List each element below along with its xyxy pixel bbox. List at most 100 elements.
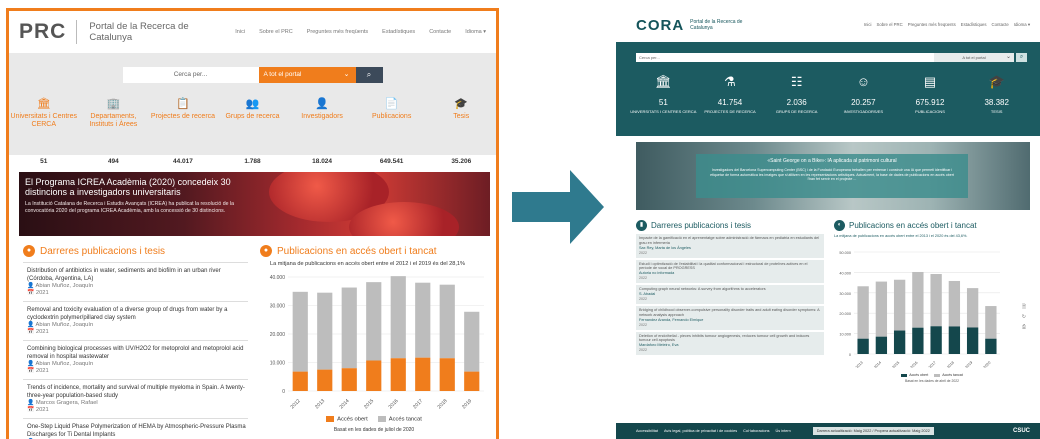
publication-item[interactable]: Removal and toxicity evaluation of a div… — [23, 301, 248, 340]
bar-open[interactable] — [875, 336, 888, 354]
nav-language[interactable]: Idioma ▾ — [465, 29, 486, 35]
bar-open[interactable] — [464, 371, 480, 391]
bar-closed[interactable] — [439, 284, 455, 359]
search-input[interactable]: Cerca per... — [122, 67, 259, 83]
stat-flask[interactable]: ⚗ 41.754 PROJECTES DE RECERCA — [697, 72, 764, 136]
nav-faq[interactable]: Preguntes més freqüents — [908, 22, 956, 28]
bar-closed[interactable] — [857, 286, 869, 339]
publication-item[interactable]: Computing graph neural networks: A surve… — [636, 285, 824, 304]
publication-title[interactable]: Deletion of endothelial - pieces inhibit… — [639, 334, 821, 344]
publication-item[interactable]: Deletion of endothelial - pieces inhibit… — [636, 331, 824, 356]
publication-item[interactable]: Estudi i optimització de l'estabilitat i… — [636, 259, 824, 284]
bar-open[interactable] — [966, 327, 979, 354]
stat-researcher[interactable]: ☺ 20.257 INVESTIGADORS/ES — [830, 72, 897, 136]
publication-year: 2022 — [639, 250, 647, 255]
bar-open[interactable] — [415, 357, 431, 391]
nav-about[interactable]: Sobre el PRC — [259, 29, 293, 35]
stat-publications[interactable]: 📄 Publicacions — [357, 97, 427, 155]
stat-thesis[interactable]: 🎓 Tesis — [426, 97, 496, 155]
bar-closed[interactable] — [912, 271, 924, 328]
bar-open[interactable] — [912, 327, 924, 354]
cora-news-banner[interactable]: «Saint George on a Bike»: IA aplicada al… — [636, 142, 1030, 210]
nav-home[interactable]: Inici — [235, 29, 245, 35]
nav-about[interactable]: Sobre el PRC — [876, 22, 902, 28]
publication-title[interactable]: Distribution of antibiotics in water, se… — [27, 268, 248, 283]
bar-open[interactable] — [948, 326, 961, 354]
nav-language[interactable]: Idioma ▾ — [1014, 22, 1030, 28]
stat-publications[interactable]: ▤ 675.912 PUBLICACIONS — [897, 72, 964, 136]
bar-open[interactable] — [317, 369, 333, 391]
bar-closed[interactable] — [292, 291, 308, 372]
nav-contact[interactable]: Contacte — [992, 22, 1009, 28]
footer-internal[interactable]: Ús intern — [776, 429, 791, 433]
nav-home[interactable]: Inici — [864, 22, 872, 28]
publication-title[interactable]: Bridging of childhood observer-compulsiv… — [639, 308, 821, 318]
publication-title[interactable]: Combining biological processes with UV/H… — [27, 346, 248, 361]
stat-department[interactable]: 🏢 Departaments, Instituts i Àrees — [79, 97, 149, 155]
nav-contact[interactable]: Contacte — [429, 29, 451, 35]
publication-title[interactable]: One-Step Liquid Phase Polymerization of … — [27, 424, 248, 439]
footer-legal[interactable]: Avís legal, política de privacitat i de … — [664, 429, 737, 433]
publication-item[interactable]: Bridging of childhood observer-compulsiv… — [636, 305, 824, 330]
stat-projects[interactable]: 📋 Projectes de recerca — [148, 97, 218, 155]
search-input[interactable]: Cerca per... — [636, 52, 934, 62]
bar-open[interactable] — [930, 326, 942, 354]
stat-groups[interactable]: ☷ 2.036 GRUPS DE RECERCA — [763, 72, 830, 136]
stat-thesis[interactable]: 🎓 38.382 TESIS — [963, 72, 1030, 136]
bar-closed[interactable] — [415, 282, 431, 358]
publication-title[interactable]: Trends of incidence, mortality and survi… — [27, 385, 248, 400]
bar-closed[interactable] — [985, 306, 997, 339]
footer-collaborations[interactable]: Col·laboracions — [743, 429, 769, 433]
publication-item[interactable]: One-Step Liquid Phase Polymerization of … — [23, 418, 248, 439]
bar-open[interactable] — [366, 360, 382, 391]
publication-author[interactable]: Marcos Gragera, Rafael — [36, 400, 98, 406]
download-icon[interactable]: 🗎 — [1022, 304, 1026, 312]
publication-item[interactable]: Combining biological processes with UV/H… — [23, 340, 248, 379]
prc-news-banner[interactable]: El Programa ICREA Acadèmia (2020) conced… — [19, 172, 490, 236]
bar-closed[interactable] — [966, 288, 979, 328]
bar-closed[interactable] — [875, 281, 888, 337]
scope-select[interactable]: A tot el portal ⌄ — [258, 67, 356, 83]
nav-stats[interactable]: Estadístiques — [382, 29, 415, 35]
csuc-logo[interactable]: CSUC — [1013, 428, 1030, 434]
stat-university[interactable]: 🏛 51 UNIVERSITATS I CENTRES CERCA — [630, 72, 697, 136]
prc-logo[interactable]: PRC — [19, 20, 78, 44]
bar-closed[interactable] — [341, 287, 357, 369]
bar-open[interactable] — [390, 358, 406, 391]
publication-title[interactable]: Impacte de la gamificació en el aprenent… — [639, 236, 821, 246]
publication-item[interactable]: Trends of incidence, mortality and survi… — [23, 379, 248, 418]
search-button[interactable]: ⌕ — [355, 67, 383, 83]
stat-university[interactable]: 🏛 Universitats i Centres CERCA — [9, 97, 79, 155]
bar-open[interactable] — [893, 330, 906, 354]
nav-stats[interactable]: Estadístiques — [961, 22, 987, 28]
publication-item[interactable]: Distribution of antibiotics in water, se… — [23, 262, 248, 301]
bar-open[interactable] — [985, 338, 997, 354]
publication-author[interactable]: Abian Muñoz, Joaquín — [36, 322, 94, 328]
nav-faq[interactable]: Preguntes més freqüents — [307, 29, 368, 35]
publication-title[interactable]: Estudi i optimització de l'estabilitat i… — [639, 262, 821, 272]
bar-closed[interactable] — [366, 282, 382, 361]
bar-open[interactable] — [341, 368, 357, 391]
print-icon[interactable]: ⎙ — [1022, 324, 1026, 330]
bar-open[interactable] — [857, 338, 869, 354]
bar-closed[interactable] — [948, 280, 961, 327]
search-button[interactable]: ⌕ — [1016, 52, 1027, 62]
scope-select[interactable]: A tot el portal ⌄ — [934, 52, 1014, 62]
stat-groups[interactable]: 👥 Grups de recerca — [218, 97, 288, 155]
cora-logo[interactable]: CORA — [636, 17, 684, 34]
publication-author[interactable]: Abian Muñoz, Joaquín — [36, 283, 94, 289]
stat-researchers[interactable]: 👤 Investigadors — [287, 97, 357, 155]
bar-closed[interactable] — [930, 274, 942, 327]
publication-item[interactable]: Impacte de la gamificació en el aprenent… — [636, 234, 824, 258]
bar-open[interactable] — [292, 371, 308, 391]
publication-author[interactable]: Abian Muñoz, Joaquín — [36, 361, 94, 367]
footer-accessibility[interactable]: Accessibilitat — [636, 429, 658, 433]
cora-search-bar: Cerca per... A tot el portal ⌄ ⌕ — [616, 42, 1040, 72]
refresh-icon[interactable]: ↻ — [1022, 314, 1026, 320]
bar-open[interactable] — [439, 358, 455, 391]
bar-closed[interactable] — [390, 276, 406, 359]
publication-title[interactable]: Removal and toxicity evaluation of a div… — [27, 307, 248, 322]
bar-closed[interactable] — [317, 292, 333, 370]
bar-closed[interactable] — [893, 279, 906, 331]
bar-closed[interactable] — [464, 311, 480, 372]
